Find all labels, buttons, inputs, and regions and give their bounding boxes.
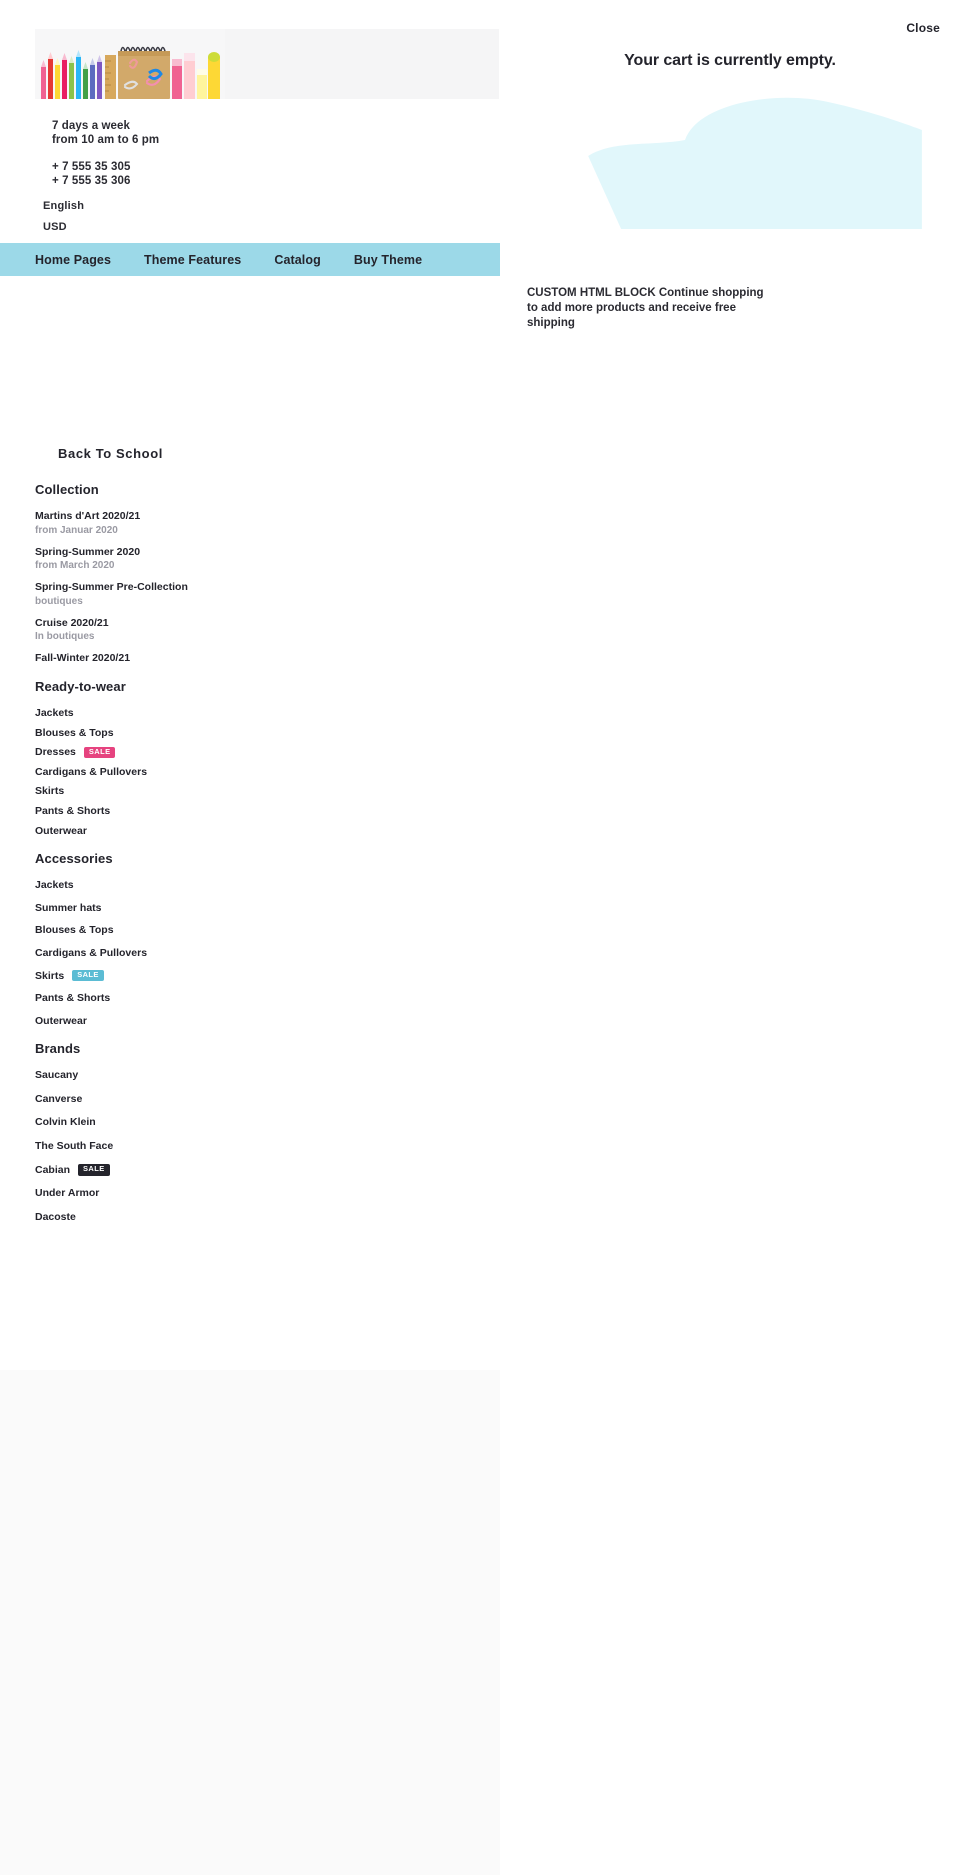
collection-item-sub: from March 2020	[35, 560, 115, 572]
list-item[interactable]: Saucany	[35, 1069, 475, 1082]
rtw-item-label: Jackets	[35, 706, 74, 719]
brand-item-label: Dacoste	[35, 1210, 76, 1223]
list-item[interactable]: Blouses & Tops	[35, 727, 475, 740]
main-navigation: Home Pages Theme Features Catalog Buy Th…	[0, 243, 500, 276]
nav-item-home-pages[interactable]: Home Pages	[35, 253, 111, 267]
rtw-item-label: Outerwear	[35, 824, 87, 837]
collection-item-label: Cruise 2020/21	[35, 616, 109, 629]
collection-item-sub: In boutiques	[35, 631, 95, 643]
menu-list-accessories: Jackets Summer hats Blouses & Tops Cardi…	[35, 879, 475, 1027]
phone-number-1[interactable]: + 7 555 35 305	[52, 161, 159, 174]
brand-item-label: Saucany	[35, 1069, 79, 1082]
list-item[interactable]: Martins d'Art 2020/21 from Januar 2020	[35, 510, 475, 537]
phone-number-2[interactable]: + 7 555 35 306	[52, 175, 159, 188]
menu-list-brands: Saucany Canverse Colvin Klein The South …	[35, 1069, 475, 1223]
collection-item-sub: from Januar 2020	[35, 524, 118, 536]
accessories-item-label: Cardigans & Pullovers	[35, 946, 148, 959]
locale-selectors: English USD	[43, 198, 84, 235]
nav-item-theme-features[interactable]: Theme Features	[144, 253, 241, 267]
brand-item-label: Canverse	[35, 1092, 83, 1105]
list-item[interactable]: Fall-Winter 2020/21	[35, 652, 475, 665]
brand-item-label: Colvin Klein	[35, 1116, 96, 1129]
list-item[interactable]: Summer hats	[35, 902, 475, 915]
cart-close-button[interactable]: Close	[906, 21, 940, 35]
list-item[interactable]: Outerwear	[35, 1015, 475, 1028]
currency-selector[interactable]: USD	[43, 219, 84, 235]
accessories-item-label: Outerwear	[35, 1014, 87, 1027]
menu-heading-accessories: Accessories	[35, 851, 113, 867]
rtw-item-label: Skirts	[35, 785, 65, 798]
rtw-item-label: Dresses	[35, 746, 76, 759]
accessories-item-label: Skirts	[35, 969, 65, 982]
status-badge: SALE	[83, 746, 116, 759]
school-supplies-image	[35, 29, 225, 99]
mega-menu: Collection Martins d'Art 2020/21 from Ja…	[35, 482, 475, 1237]
collection-item-label: Spring-Summer 2020	[35, 545, 141, 558]
menu-list-collection: Martins d'Art 2020/21 from Januar 2020 S…	[35, 510, 475, 665]
menu-heading-brands: Brands	[35, 1041, 81, 1057]
list-item[interactable]: Skirts SALE	[35, 970, 475, 983]
list-item[interactable]: Pants & Shorts	[35, 805, 475, 818]
list-item[interactable]: The South Face	[35, 1140, 475, 1153]
list-item[interactable]: Jackets	[35, 707, 475, 720]
list-item[interactable]: Canverse	[35, 1093, 475, 1106]
list-item[interactable]: Pants & Shorts	[35, 992, 475, 1005]
accessories-item-label: Blouses & Tops	[35, 924, 114, 937]
cart-custom-html-note: CUSTOM HTML BLOCK Continue shopping to a…	[527, 287, 764, 330]
rtw-item-label: Pants & Shorts	[35, 804, 111, 817]
accessories-item-label: Jackets	[35, 879, 74, 892]
list-item[interactable]: Cardigans & Pullovers	[35, 766, 475, 779]
page-content-placeholder	[0, 1370, 500, 1875]
promo-banner[interactable]	[35, 29, 499, 99]
collection-item-label: Fall-Winter 2020/21	[35, 652, 131, 665]
list-item[interactable]: Colvin Klein	[35, 1116, 475, 1129]
nav-item-catalog[interactable]: Catalog	[274, 253, 321, 267]
list-item[interactable]: Under Armor	[35, 1187, 475, 1200]
cart-drawer: Close Your cart is currently empty. CUST…	[500, 0, 960, 1875]
brand-item-label: Cabian	[35, 1163, 71, 1176]
list-item[interactable]: Spring-Summer Pre-Collection boutiques	[35, 581, 475, 608]
list-item[interactable]: Skirts	[35, 785, 475, 798]
nav-item-buy-theme[interactable]: Buy Theme	[354, 253, 422, 267]
contact-info: 7 days a week from 10 am to 6 pm + 7 555…	[52, 120, 159, 189]
list-item[interactable]: Dacoste	[35, 1211, 475, 1224]
list-item[interactable]: Blouses & Tops	[35, 924, 475, 937]
status-badge: SALE	[78, 1164, 110, 1176]
collection-item-label: Spring-Summer Pre-Collection	[35, 581, 188, 594]
menu-heading-ready-to-wear: Ready-to-wear	[35, 678, 126, 694]
language-selector[interactable]: English	[43, 198, 84, 214]
rtw-item-label: Cardigans & Pullovers	[35, 765, 148, 778]
accessories-item-label: Summer hats	[35, 901, 102, 914]
phone-numbers: + 7 555 35 305 + 7 555 35 306	[52, 161, 159, 188]
menu-list-ready-to-wear: Jackets Blouses & Tops Dresses SALE Card…	[35, 707, 475, 837]
brand-item-label: Under Armor	[35, 1187, 100, 1200]
list-item[interactable]: Outerwear	[35, 825, 475, 838]
rtw-item-label: Blouses & Tops	[35, 726, 114, 739]
store-hours-line-2: from 10 am to 6 pm	[52, 133, 160, 146]
store-hours-line-1: 7 days a week	[52, 120, 131, 132]
menu-heading-collection: Collection	[35, 482, 99, 497]
collection-item-label: Martins d'Art 2020/21	[35, 510, 141, 522]
list-item[interactable]: Jackets	[35, 879, 475, 892]
collection-item-sub: boutiques	[35, 595, 83, 607]
list-item[interactable]: Cruise 2020/21 In boutiques	[35, 617, 475, 644]
brand-item-label: The South Face	[35, 1140, 114, 1153]
list-item[interactable]: Dresses SALE	[35, 746, 475, 759]
site-drawer: 7 days a week from 10 am to 6 pm + 7 555…	[0, 0, 500, 1875]
empty-cart-illustration-icon	[588, 97, 922, 229]
back-to-school-tile-label[interactable]: Back To School	[58, 446, 163, 461]
list-item[interactable]: Cardigans & Pullovers	[35, 947, 475, 960]
accessories-item-label: Pants & Shorts	[35, 992, 111, 1005]
cart-empty-title: Your cart is currently empty.	[624, 52, 836, 69]
list-item[interactable]: Cabian SALE	[35, 1164, 475, 1177]
status-badge: SALE	[72, 970, 104, 982]
list-item[interactable]: Spring-Summer 2020 from March 2020	[35, 546, 475, 573]
